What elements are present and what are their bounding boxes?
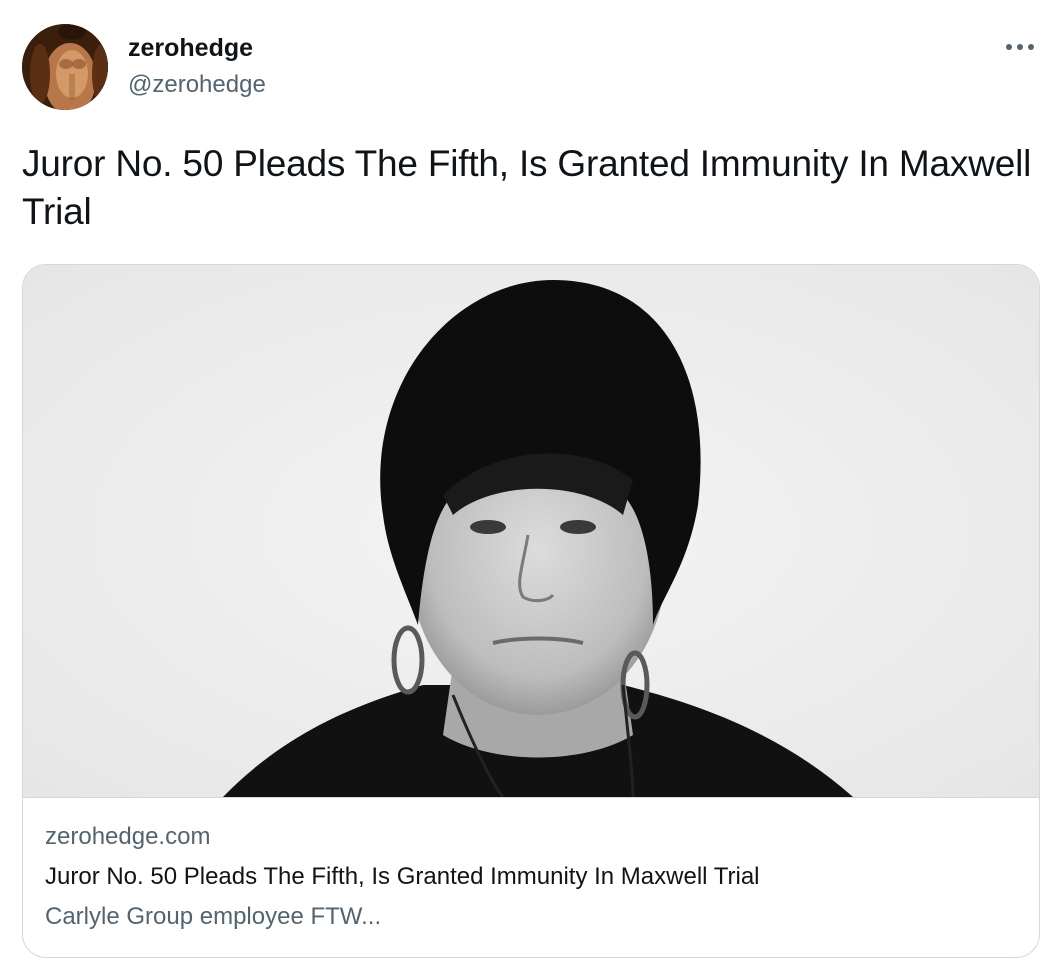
display-name[interactable]: zerohedge (128, 33, 266, 63)
tweet: zerohedge @zerohedge Juror No. 50 Pleads… (0, 0, 1056, 978)
profile-photo (22, 24, 108, 110)
card-meta: zerohedge.com Juror No. 50 Pleads The Fi… (23, 797, 1039, 957)
tweet-text: Juror No. 50 Pleads The Fifth, Is Grante… (22, 143, 1032, 232)
card-description: Carlyle Group employee FTW... (45, 903, 382, 930)
card-title: Juror No. 50 Pleads The Fifth, Is Grante… (45, 863, 760, 890)
card-domain: zerohedge.com (45, 823, 211, 850)
author-info: zerohedge @zerohedge (128, 33, 266, 100)
link-card[interactable]: zerohedge.com Juror No. 50 Pleads The Fi… (22, 264, 1040, 958)
portrait-photo (23, 265, 1039, 797)
more-horizontal-icon (1006, 44, 1034, 50)
avatar[interactable] (22, 24, 108, 110)
handle[interactable]: @zerohedge (128, 70, 266, 100)
more-button[interactable] (1002, 32, 1038, 62)
card-image[interactable] (23, 265, 1039, 797)
